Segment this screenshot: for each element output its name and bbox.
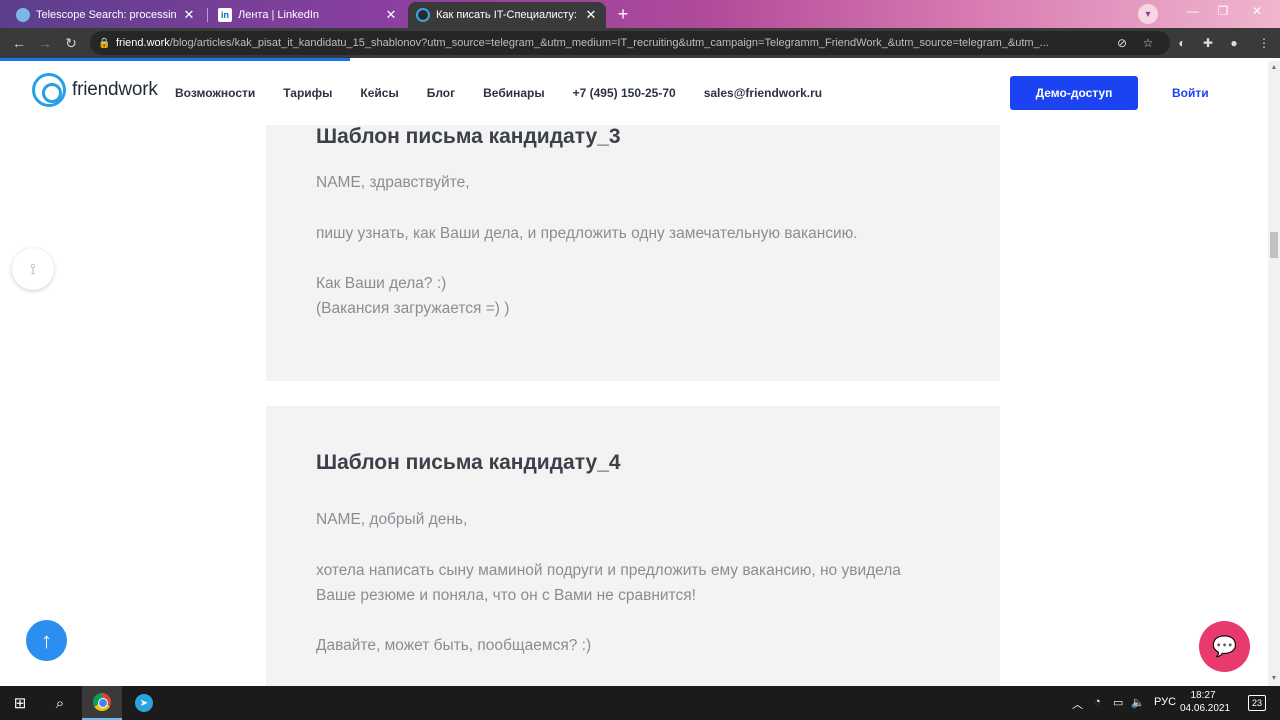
logo-text: friendwork [72,79,158,100]
url-path: /blog/articles/kak_pisat_it_kandidatu_15… [169,37,1049,49]
clock-time: 18:27 [1190,690,1216,701]
maximize-icon[interactable]: ❐ [1208,4,1238,18]
scroll-down-arrow-icon[interactable]: ▼ [1268,673,1280,685]
windows-start-icon[interactable]: ⊞ [0,686,40,720]
nav-phone[interactable]: +7 (495) 150-25-70 [573,86,676,100]
article-content: Шаблон письма кандидату_3 NAME, здравств… [0,125,1268,686]
system-clock[interactable]: 18:27 04.06.2021 [1180,689,1231,715]
telegram-taskbar-icon[interactable]: ➤ [124,686,164,720]
browser-tab-bar: Telescope Search: processinfo.in ✕ in Ле… [0,0,1280,28]
main-nav: Возможности Тарифы Кейсы Блог Вебинары +… [175,86,850,100]
friendwork-favicon-icon [416,8,430,22]
battery-icon[interactable]: ▭ [1113,696,1123,709]
bookmark-star-icon[interactable]: ☆ [1140,35,1156,51]
linkedin-favicon-icon: in [218,8,232,22]
tab-divider [207,8,208,22]
profile-avatar-icon[interactable]: ● [1226,35,1242,51]
back-arrow-icon[interactable]: ← [10,34,28,52]
nav-pricing[interactable]: Тарифы [283,86,332,100]
page-scrollbar[interactable] [1268,61,1280,686]
volume-icon[interactable]: 🔈 [1131,696,1145,709]
friendwork-logo-icon [32,73,66,107]
scroll-up-arrow-icon[interactable]: ▲ [1268,62,1280,74]
nav-features[interactable]: Возможности [175,86,255,100]
card-line: Ваше резюме и поняла, что он с Вами не с… [316,587,696,604]
notification-center-icon[interactable]: 23 [1248,695,1266,711]
card-line: NAME, добрый день, [316,511,468,528]
nav-webinars[interactable]: Вебинары [483,86,544,100]
kebab-menu-icon[interactable]: ⋮ [1256,35,1272,51]
card-line: Давайте, может быть, пообщаемся? :) [316,637,592,654]
address-toolbar: ← → ↻ 🔒 friend.work/blog/articles/kak_pi… [0,28,1280,58]
minimize-icon[interactable]: — [1178,4,1208,18]
card-title: Шаблон письма кандидату_4 [316,451,621,474]
card-title: Шаблон письма кандидату_3 [316,125,621,148]
extension-color-icon[interactable]: ◐ [1174,35,1190,51]
tray-chevron-up-icon[interactable]: ︿ [1072,696,1083,712]
nav-blog[interactable]: Блог [427,86,455,100]
close-icon[interactable]: ✕ [584,7,598,23]
tab-linkedin[interactable]: in Лента | LinkedIn ✕ [210,2,406,28]
card-line: хотела написать сыну маминой подруги и п… [316,562,901,579]
card-line: Как Ваши дела? :) [316,275,447,292]
tab-title: Как писать IT-Специалисту: 14 У [436,9,578,21]
tab-friendwork[interactable]: Как писать IT-Специалисту: 14 У ✕ [408,2,606,28]
nav-email[interactable]: sales@friendwork.ru [704,86,822,100]
wifi-icon[interactable]: ◔ [1094,696,1101,708]
close-icon[interactable]: ✕ [384,7,398,23]
url-bar[interactable]: 🔒 friend.work/blog/articles/kak_pisat_it… [90,31,1170,55]
card-line: NAME, здравствуйте, [316,174,470,191]
chrome-taskbar-icon[interactable] [82,686,122,720]
tab-telescope[interactable]: Telescope Search: processinfo.in ✕ [8,2,204,28]
tab-title: Telescope Search: processinfo.in [36,9,176,21]
scrollbar-thumb[interactable] [1270,232,1278,258]
language-indicator[interactable]: РУС [1154,696,1176,708]
site-header: friendwork Возможности Тарифы Кейсы Блог… [0,61,1268,125]
clock-date: 04.06.2021 [1180,703,1231,714]
template-card: Шаблон письма кандидату_4 NAME, добрый д… [266,406,1000,686]
chrome-profile-icon[interactable]: ▾ [1138,4,1158,24]
template-card: Шаблон письма кандидату_3 NAME, здравств… [266,125,1000,381]
lock-icon: 🔒 [98,38,111,49]
window-close-icon[interactable]: ✕ [1242,4,1272,18]
windows-taskbar: ⊞ ⌕ ➤ ︿ ◔ ▭ 🔈 РУС 18:27 04.06.2021 23 [0,686,1280,720]
search-icon[interactable]: ⌕ [40,686,80,720]
url-host: friend.work [116,37,170,49]
extensions-puzzle-icon[interactable]: ✚ [1200,35,1216,51]
card-line: (Вакансия загружается =) ) [316,300,510,317]
demo-access-button[interactable]: Демо-доступ [1010,76,1138,110]
eye-off-icon[interactable]: ⊘ [1114,35,1130,51]
reload-icon[interactable]: ↻ [62,34,80,52]
card-line: пишу узнать, как Ваши дела, и предложить… [316,225,858,242]
side-widget-icon[interactable]: ⟟ [12,248,54,290]
login-link[interactable]: Войти [1172,86,1209,100]
tab-title: Лента | LinkedIn [238,9,320,21]
close-icon[interactable]: ✕ [182,7,196,23]
scroll-to-top-arrow-icon[interactable]: ↑ [26,620,67,661]
chat-bubbles-icon[interactable]: 💬 [1199,621,1250,672]
friendwork-logo[interactable]: friendwork [32,73,158,107]
nav-cases[interactable]: Кейсы [360,86,398,100]
new-tab-plus-icon[interactable]: + [612,3,634,25]
telescope-favicon-icon [16,8,30,22]
forward-arrow-icon[interactable]: → [36,34,54,52]
